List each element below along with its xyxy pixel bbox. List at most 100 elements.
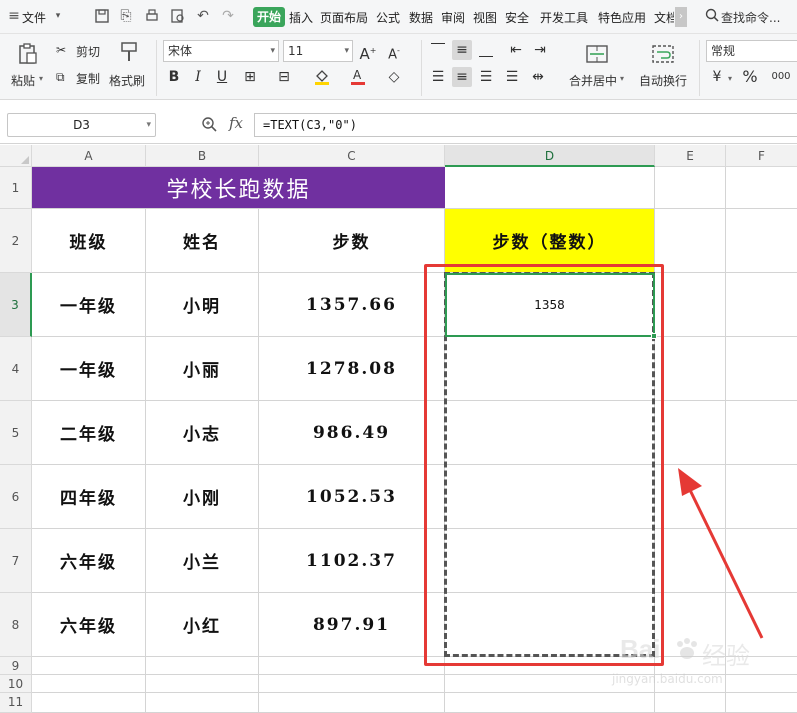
cell-f7[interactable]	[726, 529, 797, 593]
paste-icon[interactable]	[16, 42, 40, 66]
tab-view[interactable]: 视图	[473, 9, 497, 26]
decrease-indent-icon[interactable]: ⇤	[506, 40, 526, 60]
column-header-f[interactable]: F	[726, 145, 797, 167]
tab-document[interactable]: 文档	[654, 9, 674, 26]
merge-center-icon[interactable]	[585, 42, 609, 66]
steps-cell[interactable]: 1102.37	[259, 529, 445, 593]
row-header-2[interactable]: 2	[0, 209, 32, 273]
tab-security[interactable]: 安全	[505, 9, 529, 26]
insert-function-button[interactable]: fx	[229, 114, 243, 132]
fill-handle[interactable]	[651, 333, 657, 339]
align-bottom-icon[interactable]: ⎽	[476, 40, 496, 60]
underline-button[interactable]: U	[212, 67, 232, 87]
steps-cell[interactable]: 897.91	[259, 593, 445, 657]
bold-button[interactable]: B	[164, 67, 184, 87]
name-cell[interactable]: 小明	[146, 273, 259, 337]
align-right-icon[interactable]: ☰	[476, 67, 496, 87]
cell-f10[interactable]	[726, 675, 797, 693]
integer-steps-cell[interactable]: 1358	[445, 273, 655, 337]
cell-e9[interactable]	[655, 657, 726, 675]
cell-e10[interactable]	[655, 675, 726, 693]
row-header-10[interactable]: 10	[0, 675, 32, 693]
cut-button[interactable]: 剪切	[76, 43, 100, 60]
cell-e6[interactable]	[655, 465, 726, 529]
italic-button[interactable]: I	[188, 67, 208, 87]
increase-font-icon[interactable]: A+	[358, 41, 378, 63]
name-box[interactable]: D3 ▾	[7, 113, 156, 137]
name-cell[interactable]: 小刚	[146, 465, 259, 529]
cell-d10[interactable]	[445, 675, 655, 693]
borders-icon[interactable]: ⊞	[240, 67, 260, 87]
wrap-text-button[interactable]: 自动换行	[639, 72, 687, 89]
cell-a9[interactable]	[32, 657, 146, 675]
cell-f11[interactable]	[726, 693, 797, 713]
save-icon[interactable]	[94, 8, 110, 24]
cell-f1[interactable]	[726, 167, 797, 209]
name-cell[interactable]: 小志	[146, 401, 259, 465]
row-header-11[interactable]: 11	[0, 693, 32, 713]
percent-button[interactable]: %	[740, 67, 760, 87]
cell-f3[interactable]	[726, 273, 797, 337]
chevron-right-icon[interactable]: ›	[675, 7, 687, 27]
align-left-icon[interactable]: ☰	[428, 67, 448, 87]
cell-c9[interactable]	[259, 657, 445, 675]
cell-d11[interactable]	[445, 693, 655, 713]
header-integer-steps-cell[interactable]: 步数（整数）	[445, 209, 655, 273]
cell-e3[interactable]	[655, 273, 726, 337]
header-class-cell[interactable]: 班级	[32, 209, 146, 273]
tab-developer[interactable]: 开发工具	[540, 9, 588, 26]
undo-icon[interactable]: ↶	[195, 8, 211, 24]
name-cell[interactable]: 小红	[146, 593, 259, 657]
command-search[interactable]: 查找命令...	[721, 9, 780, 26]
font-size-select[interactable]: 11 ▾	[283, 40, 353, 62]
decrease-font-icon[interactable]: A-	[384, 41, 404, 62]
row-header-3[interactable]: 3	[0, 273, 32, 337]
align-center-icon[interactable]: ≡	[452, 67, 472, 87]
cell-style-icon[interactable]: ⊟	[274, 67, 294, 87]
cell-f5[interactable]	[726, 401, 797, 465]
cell-d9[interactable]	[445, 657, 655, 675]
tab-review[interactable]: 审阅	[441, 9, 465, 26]
currency-button[interactable]: ¥	[707, 67, 727, 87]
cell-e5[interactable]	[655, 401, 726, 465]
fill-color-icon[interactable]	[312, 67, 332, 87]
integer-steps-cell[interactable]	[445, 337, 655, 401]
tab-formulas[interactable]: 公式	[376, 9, 400, 26]
row-header-5[interactable]: 5	[0, 401, 32, 465]
zoom-search-icon[interactable]	[201, 116, 217, 132]
steps-cell[interactable]: 1357.66	[259, 273, 445, 337]
integer-steps-cell[interactable]	[445, 465, 655, 529]
align-top-icon[interactable]: ⎺	[428, 40, 448, 60]
column-header-c[interactable]: C	[259, 145, 445, 167]
cell-e1[interactable]	[655, 167, 726, 209]
chevron-down-icon[interactable]: ▾	[39, 74, 43, 83]
integer-steps-cell[interactable]	[445, 401, 655, 465]
tab-page-layout[interactable]: 页面布局	[320, 9, 368, 26]
class-cell[interactable]: 六年级	[32, 529, 146, 593]
clear-format-icon[interactable]: ◇	[384, 67, 404, 87]
cell-b11[interactable]	[146, 693, 259, 713]
cell-f2[interactable]	[726, 209, 797, 273]
merge-center-button[interactable]: 合并居中	[569, 72, 617, 89]
cell-d1[interactable]	[445, 167, 655, 209]
cell-b10[interactable]	[146, 675, 259, 693]
column-header-e[interactable]: E	[655, 145, 726, 167]
justify-icon[interactable]: ☰	[502, 67, 522, 87]
steps-cell[interactable]: 1052.53	[259, 465, 445, 529]
chevron-down-icon[interactable]: ▾	[620, 74, 624, 83]
cell-a11[interactable]	[32, 693, 146, 713]
steps-cell[interactable]: 986.49	[259, 401, 445, 465]
row-header-1[interactable]: 1	[0, 167, 32, 209]
cell-c10[interactable]	[259, 675, 445, 693]
cell-c11[interactable]	[259, 693, 445, 713]
align-middle-icon[interactable]: ≡	[452, 40, 472, 60]
cell-f4[interactable]	[726, 337, 797, 401]
row-header-9[interactable]: 9	[0, 657, 32, 675]
integer-steps-cell[interactable]	[445, 529, 655, 593]
number-format-select[interactable]: 常规	[706, 40, 797, 62]
cell-e11[interactable]	[655, 693, 726, 713]
header-name-cell[interactable]: 姓名	[146, 209, 259, 273]
cell-b9[interactable]	[146, 657, 259, 675]
copy-button[interactable]: 复制	[76, 70, 100, 87]
class-cell[interactable]: 二年级	[32, 401, 146, 465]
